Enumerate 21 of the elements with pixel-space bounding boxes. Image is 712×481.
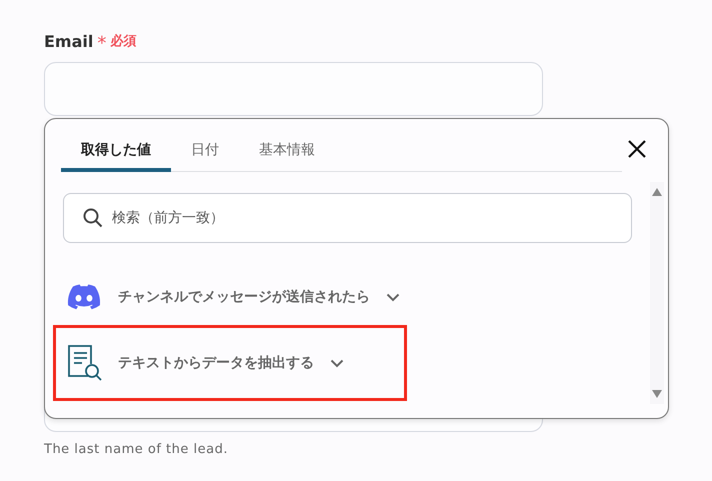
- scroll-down-icon: [652, 390, 662, 398]
- required-text: 必須: [110, 32, 136, 52]
- scrollbar[interactable]: [650, 182, 664, 404]
- tab[interactable]: 取得した値: [61, 133, 171, 172]
- field-label: Email: [44, 31, 94, 53]
- item-label: テキストからデータを抽出する: [118, 354, 314, 372]
- list-item[interactable]: テキストからデータを抽出する: [53, 325, 407, 401]
- tab[interactable]: 日付: [171, 133, 239, 172]
- game-controller-icon: [67, 284, 101, 310]
- item-label: チャンネルでメッセージが送信されたら: [118, 288, 370, 306]
- search-icon: [83, 208, 103, 228]
- field-hint: The last name of the lead.: [44, 441, 229, 459]
- document-search-icon: [66, 344, 102, 382]
- chevron-down-icon: [330, 358, 344, 368]
- scroll-up-icon: [652, 188, 662, 196]
- required-mark: *: [97, 35, 106, 53]
- tab[interactable]: 基本情報: [239, 133, 335, 172]
- chevron-down-icon: [386, 292, 400, 302]
- close-icon: [627, 139, 647, 159]
- search-field[interactable]: 検索（前方一致）: [63, 193, 632, 243]
- email-input-field[interactable]: [44, 62, 543, 116]
